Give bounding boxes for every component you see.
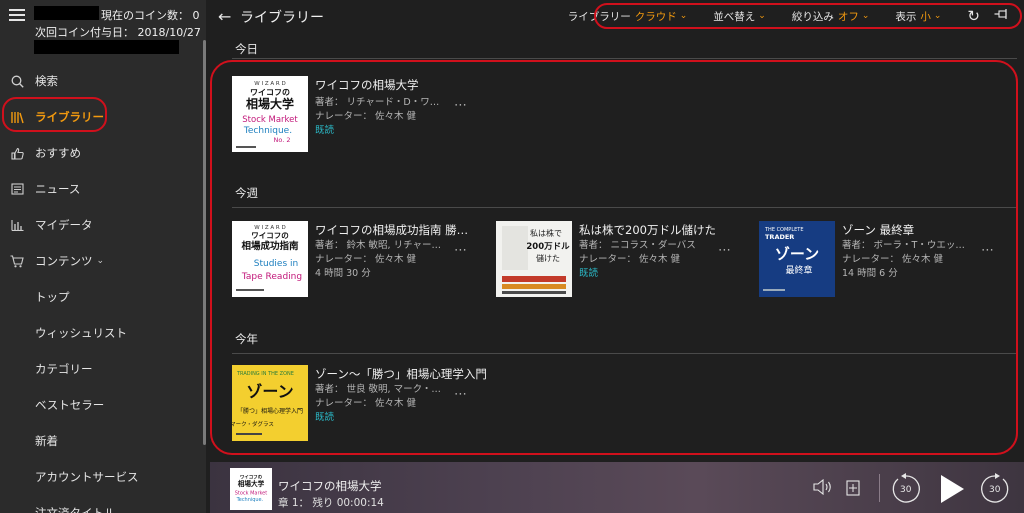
now-playing-cover[interactable]: ワイコフの 相場大学 Stock Market Technique. [230,468,272,510]
sidebar-item-wishlist[interactable]: ウィッシュリスト [0,315,202,351]
sidebar-item-label: マイデータ [35,218,93,232]
cover-text: ワイコフの [240,475,263,481]
redacted-username [34,6,99,20]
coin-value: 0 [192,9,200,22]
next-coin-value: 2018/10/27 [137,26,201,39]
section-divider [232,58,1017,59]
sidebar: 現在のコイン数： 0 次回コイン付与日： 2018/10/27 検索 ライブラリ… [0,0,206,513]
sidebar-item-label: 注文済タイトル [35,506,116,513]
play-icon[interactable] [937,473,967,508]
skip-back-label: 30 [900,485,912,495]
sidebar-item-label: カテゴリー [35,362,93,376]
scrollbar-thumb[interactable] [203,40,206,445]
sidebar-item-news[interactable]: ニュース [0,171,202,207]
next-coin-label: 次回コイン付与日： [35,26,134,39]
add-bookmark-icon[interactable] [846,480,860,499]
sidebar-item-label: ニュース [35,182,81,196]
sidebar-item-label: ウィッシュリスト [35,326,127,340]
coin-label: 現在のコイン数： [101,9,189,22]
sidebar-item-label: アカウントサービス [35,470,139,484]
page-title: ライブラリー [240,10,324,26]
sidebar-item-contents[interactable]: コンテンツ ⌄ [0,243,202,279]
sidebar-item-search[interactable]: 検索 [0,63,202,99]
sidebar-item-top[interactable]: トップ [0,279,202,315]
redacted-account [34,40,179,54]
highlight-oval-toolbar [594,3,1022,29]
sidebar-item-label: おすすめ [35,146,81,160]
chevron-down-icon: ⌄ [96,256,105,266]
skip-forward-label: 30 [989,485,1001,495]
cover-text: Stock Market [235,491,267,497]
mini-player: ワイコフの 相場大学 Stock Market Technique. ワイコフの… [210,462,1024,513]
hamburger-menu-icon[interactable] [9,9,25,21]
sidebar-item-account[interactable]: アカウントサービス [0,459,202,495]
search-icon [10,74,24,88]
player-divider [879,474,880,502]
sidebar-item-label: ベストセラー [35,398,105,412]
coin-balance: 現在のコイン数： 0 [101,7,200,23]
sidebar-item-mydata[interactable]: マイデータ [0,207,202,243]
volume-icon[interactable] [813,478,833,498]
sidebar-item-bestseller[interactable]: ベストセラー [0,387,202,423]
bar-chart-icon [10,218,24,232]
sidebar-item-ordered[interactable]: 注文済タイトル [0,495,202,513]
sidebar-item-category[interactable]: カテゴリー [0,351,202,387]
header: ← ライブラリー ライブラリー クラウド ⌄ 並べ替え ⌄ 絞り込み オフ ⌄ … [206,0,1024,33]
sidebar-item-new[interactable]: 新着 [0,423,202,459]
highlight-oval-library-grid [210,60,1018,455]
now-playing-chapter: 章 1： 残り 00:00:14 [278,497,384,509]
library-content: 今日 W I Z A R D ワイコフの 相場大学 Stock Market T… [210,33,1024,460]
sidebar-item-recommendations[interactable]: おすすめ [0,135,202,171]
news-icon [10,182,24,196]
sidebar-item-label: トップ [35,290,70,304]
cover-text: 相場大学 [238,479,265,488]
now-playing-title: ワイコフの相場大学 [278,479,382,493]
section-title-today: 今日 [235,42,258,56]
next-coin-date: 次回コイン付与日： 2018/10/27 [35,24,201,40]
highlight-oval-library [2,97,107,132]
sidebar-item-label: 検索 [35,74,58,88]
cart-icon [10,254,24,268]
sidebar-scrollbar[interactable] [202,0,206,513]
thumbs-up-icon [10,146,24,160]
cover-text: Technique. [236,497,264,503]
back-arrow-icon[interactable]: ← [218,7,231,26]
sidebar-item-label: 新着 [35,434,58,448]
sidebar-item-label: コンテンツ [35,254,93,268]
